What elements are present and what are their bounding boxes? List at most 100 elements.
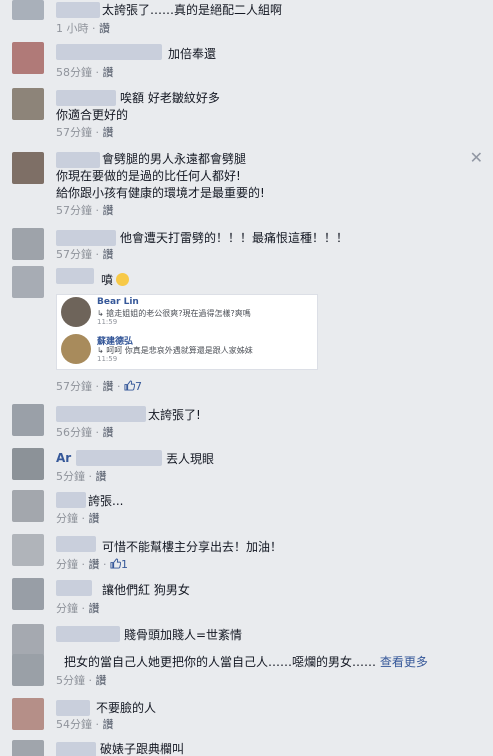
embedded-name: Bear Lin [97, 297, 139, 307]
timestamp[interactable]: 57分鐘 [56, 380, 92, 393]
embedded-time: 11:59 [97, 318, 118, 326]
avatar[interactable] [12, 0, 44, 20]
avatar[interactable] [12, 624, 44, 656]
comment-meta: 57分鐘 · 讚 [56, 248, 114, 261]
like-link[interactable]: 讚 [89, 558, 100, 571]
like-link[interactable]: 讚 [103, 718, 114, 731]
like-link[interactable]: 讚 [96, 470, 107, 483]
avatar[interactable] [12, 740, 44, 756]
embedded-screenshot: Bear Lin ↳ 搶走姐姐的老公很爽?現在過得怎樣?爽嗎 11:59 蘇建德… [56, 294, 318, 370]
avatar[interactable] [12, 698, 44, 730]
avatar[interactable] [12, 42, 44, 74]
embedded-text: ↳ 呵呵 你真是悲哀外遇就算還是跟人家姊妹 [97, 346, 253, 355]
timestamp[interactable]: 57分鐘 [56, 248, 92, 261]
timestamp[interactable]: 5分鐘 [56, 470, 85, 483]
avatar[interactable] [12, 534, 44, 566]
comment-meta: 57分鐘 · 讚 [56, 204, 114, 217]
comment-meta: 57分鐘 · 讚 · 7 [56, 380, 142, 393]
timestamp[interactable]: 分鐘 [56, 602, 78, 615]
comment-meta: 分鐘 · 讚 [56, 512, 100, 525]
like-count[interactable]: 1 [121, 558, 128, 571]
timestamp[interactable]: 1 小時 [56, 22, 89, 35]
like-link[interactable]: 讚 [103, 380, 114, 393]
commenter-name[interactable] [56, 536, 96, 552]
commenter-name[interactable] [56, 700, 90, 716]
comment-text: 加倍奉還 [168, 47, 217, 61]
timestamp[interactable]: 5分鐘 [56, 674, 85, 687]
timestamp[interactable]: 58分鐘 [56, 66, 92, 79]
like-link[interactable]: 讚 [99, 22, 110, 35]
comment-text: 他會遭天打雷劈的！！！最痛恨這種！！！ [120, 231, 349, 245]
avatar[interactable] [12, 404, 44, 436]
comment-meta: 54分鐘 · 讚 [56, 718, 114, 731]
avatar[interactable] [12, 88, 44, 120]
like-link[interactable]: 讚 [103, 66, 114, 79]
like-link[interactable]: 讚 [103, 126, 114, 139]
comment-meta: 分鐘 · 讚 [56, 602, 100, 615]
comment-feed: 太誇張了……真的是絕配二人組啊 1 小時 · 讚 加倍奉還 58分鐘 · 讚 唉… [0, 0, 493, 756]
commenter-name-prefix[interactable]: Ar [56, 450, 71, 466]
commenter-name[interactable] [56, 580, 92, 596]
comment-text: 噴 [101, 272, 130, 288]
commenter-name[interactable] [56, 230, 116, 246]
timestamp[interactable]: 56分鐘 [56, 426, 92, 439]
timestamp[interactable]: 分鐘 [56, 512, 78, 525]
commenter-name[interactable] [56, 406, 146, 422]
comment-meta: 5分鐘 · 讚 [56, 674, 107, 687]
like-link[interactable]: 讚 [89, 602, 100, 615]
avatar[interactable] [12, 152, 44, 184]
comment-text: 不要臉的人 [96, 701, 157, 715]
like-link[interactable]: 讚 [96, 674, 107, 687]
commenter-name[interactable] [56, 492, 86, 508]
comment-text: 太誇張了! [148, 408, 201, 422]
like-link[interactable]: 讚 [103, 204, 114, 217]
commenter-name[interactable] [56, 2, 100, 18]
avatar[interactable] [12, 578, 44, 610]
comment-text: 誇張... [88, 494, 124, 508]
see-more-link[interactable]: 查看更多 [380, 655, 428, 669]
commenter-name[interactable] [56, 90, 116, 106]
like-count[interactable]: 7 [135, 380, 142, 393]
commenter-name[interactable] [56, 152, 100, 168]
comment-text-line: 給你跟小孩有健康的環境才是最重要的! [56, 186, 265, 200]
avatar[interactable] [12, 654, 44, 686]
close-icon[interactable]: ✕ [470, 148, 483, 167]
comment-text: 太誇張了……真的是絕配二人組啊 [102, 3, 283, 17]
comment-text: 破婊子跟典欄叫 [100, 742, 185, 756]
timestamp[interactable]: 57分鐘 [56, 126, 92, 139]
avatar[interactable] [12, 490, 44, 522]
comment-meta: 57分鐘 · 讚 [56, 126, 114, 139]
comment-text: 會劈腿的男人永遠都會劈腿 [102, 152, 247, 166]
commenter-name[interactable] [76, 450, 162, 466]
comment-meta: 分鐘 · 讚 · 1 [56, 558, 128, 571]
like-link[interactable]: 讚 [103, 426, 114, 439]
comment-text: 唉額 好老皺紋好多 [120, 91, 220, 105]
avatar[interactable] [12, 266, 44, 298]
comment-text: 把女的當自己人她更把你的人當自己人……噁爛的男女…… 查看更多 [64, 655, 428, 669]
comment-meta: 58分鐘 · 讚 [56, 66, 114, 79]
like-link[interactable]: 讚 [103, 248, 114, 261]
comment-text: 可惜不能幫樓主分享出去！加油！ [102, 540, 283, 554]
embedded-time: 11:59 [97, 355, 118, 363]
commenter-name[interactable] [56, 268, 94, 284]
comment-text: 丟人現眼 [166, 452, 215, 466]
avatar [61, 297, 91, 327]
commenter-name[interactable] [56, 626, 120, 642]
avatar[interactable] [12, 228, 44, 260]
thumbs-up-icon [124, 380, 135, 391]
avatar [61, 334, 91, 364]
smile-emoji-icon [116, 273, 130, 286]
commenter-name[interactable] [56, 742, 96, 756]
like-link[interactable]: 讚 [89, 512, 100, 525]
embedded-text: ↳ 搶走姐姐的老公很爽?現在過得怎樣?爽嗎 [97, 309, 251, 318]
comment-text-line: 你適合更好的 [56, 108, 129, 122]
timestamp[interactable]: 分鐘 [56, 558, 78, 571]
timestamp[interactable]: 54分鐘 [56, 718, 92, 731]
comment-text: 讓他們紅 狗男女 [102, 583, 190, 597]
avatar[interactable] [12, 448, 44, 480]
commenter-name[interactable] [56, 44, 162, 60]
comment-meta: 5分鐘 · 讚 [56, 470, 107, 483]
comment-text: 賤骨頭加賤人=世紊情 [124, 628, 243, 642]
comment-meta: 1 小時 · 讚 [56, 22, 110, 35]
timestamp[interactable]: 57分鐘 [56, 204, 92, 217]
